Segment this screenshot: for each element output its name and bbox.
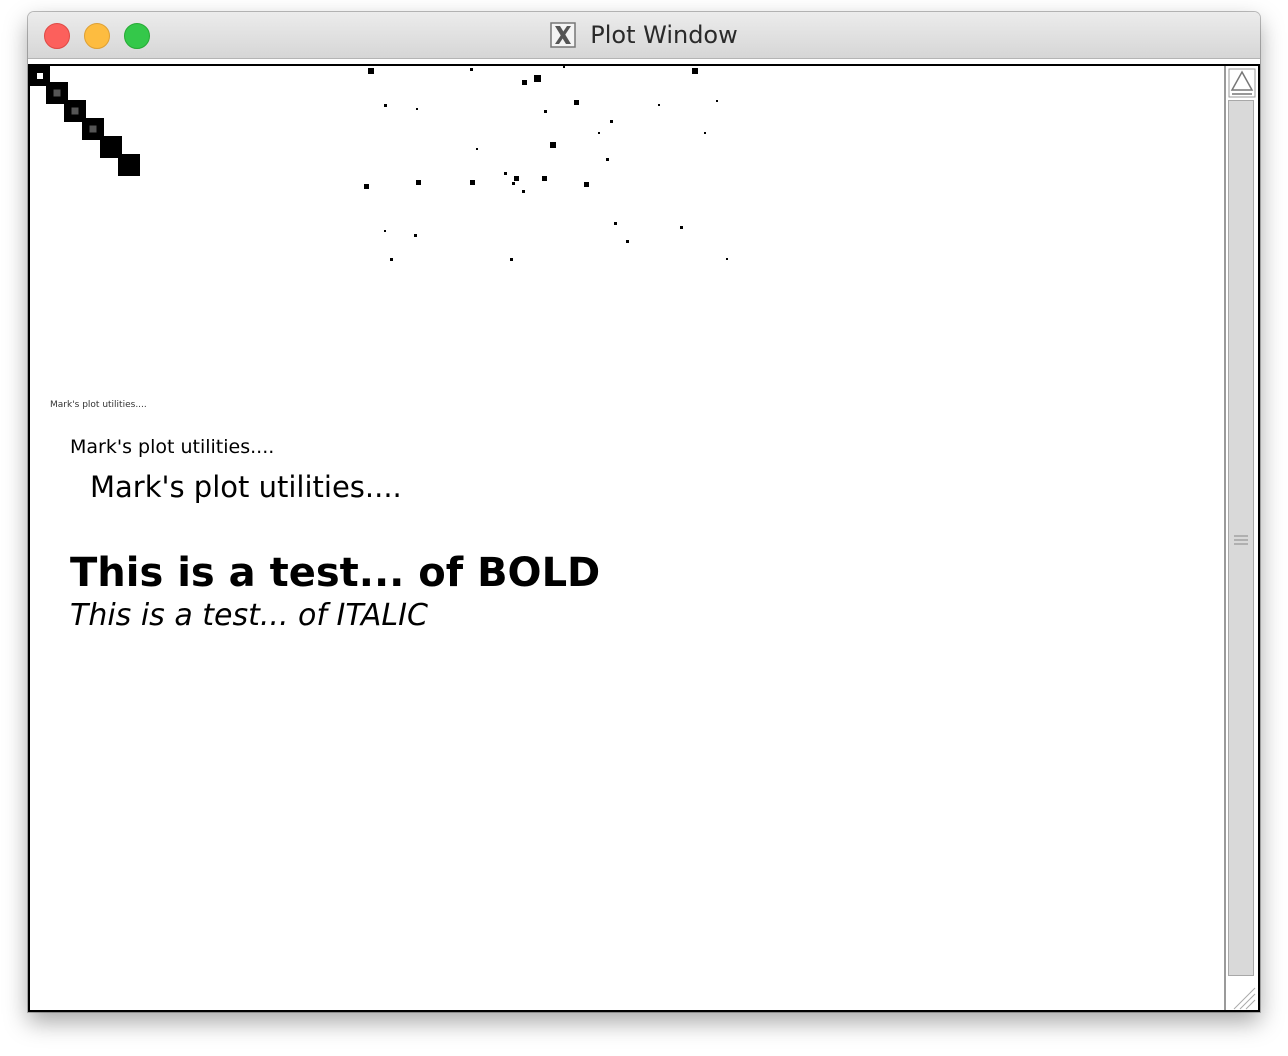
staircase-box-inner — [37, 73, 43, 79]
staircase-box-inner — [89, 125, 97, 133]
plot-area: Mark's plot utilities.... Mark's plot ut… — [30, 66, 1226, 1010]
scatter-dot — [704, 132, 706, 134]
x11-icon — [550, 22, 576, 48]
scatter-dot — [522, 190, 525, 193]
scatter-dot — [522, 80, 527, 85]
plot-graphics — [30, 66, 728, 261]
scatter-dot — [542, 176, 547, 181]
scatter-dot — [390, 258, 393, 261]
scatter-dot — [368, 68, 374, 74]
staircase-box-inner — [71, 107, 79, 115]
scatter-dot — [504, 172, 507, 175]
scatter-dot — [606, 158, 609, 161]
scatter-dot — [574, 100, 579, 105]
scatter-dot — [614, 222, 617, 225]
scatter-dot — [716, 100, 718, 102]
scatter-dot — [512, 182, 515, 185]
staircase-box-inner — [53, 89, 61, 97]
text-medium: Mark's plot utilities.... — [90, 470, 402, 504]
resize-grip-icon[interactable] — [1228, 982, 1258, 1010]
scatter-dot — [563, 66, 565, 68]
scatter-dot — [470, 68, 473, 71]
plot-canvas-frame: Mark's plot utilities.... Mark's plot ut… — [28, 64, 1260, 1012]
scroll-thumb-grip-icon[interactable] — [1233, 533, 1249, 547]
scatter-dot — [416, 180, 421, 185]
scatter-dot — [626, 240, 629, 243]
scatter-dot — [476, 148, 478, 150]
scatter-dot — [584, 182, 589, 187]
scatter-dot — [610, 120, 613, 123]
window-title: Plot Window — [590, 21, 738, 49]
scatter-dot — [658, 104, 660, 106]
staircase-box — [118, 154, 140, 176]
scatter-dot — [598, 132, 600, 134]
scatter-dot — [414, 234, 417, 237]
scatter-dot — [514, 176, 519, 181]
scatter-dot — [384, 230, 386, 232]
scatter-dot — [680, 226, 683, 229]
scroll-up-arrow-icon[interactable] — [1228, 68, 1256, 98]
scatter-dot — [510, 258, 513, 261]
scatter-dot — [550, 142, 556, 148]
scatter-dot — [364, 184, 369, 189]
vertical-scrollbar[interactable] — [1224, 66, 1258, 1010]
text-small: Mark's plot utilities.... — [70, 436, 275, 458]
text-italic: This is a test... of ITALIC — [70, 598, 428, 633]
scatter-dot — [726, 258, 728, 260]
scatter-dot — [544, 110, 547, 113]
scatter-dot — [416, 108, 418, 110]
text-tiny: Mark's plot utilities.... — [50, 400, 147, 410]
scatter-dot — [692, 68, 698, 74]
title-bar[interactable]: Plot Window — [28, 12, 1260, 59]
scatter-dot — [534, 75, 541, 82]
text-bold: This is a test... of BOLD — [70, 550, 601, 596]
scatter-dot — [470, 180, 475, 185]
scatter-dot — [384, 104, 387, 107]
plot-window: Plot Window Mark's plot utilities.... Ma… — [28, 12, 1260, 1012]
scroll-track[interactable] — [1228, 100, 1254, 976]
